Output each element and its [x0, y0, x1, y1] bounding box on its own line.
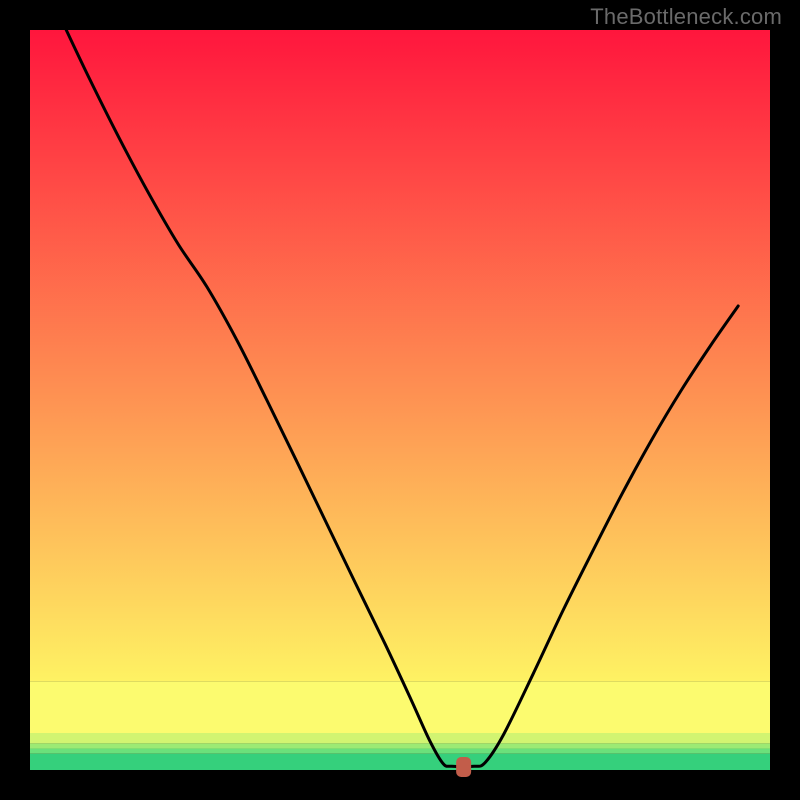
watermark-text: TheBottleneck.com — [590, 4, 782, 30]
marker-dot — [456, 757, 471, 777]
bottleneck-plot — [0, 0, 800, 800]
chart-container: TheBottleneck.com — [0, 0, 800, 800]
